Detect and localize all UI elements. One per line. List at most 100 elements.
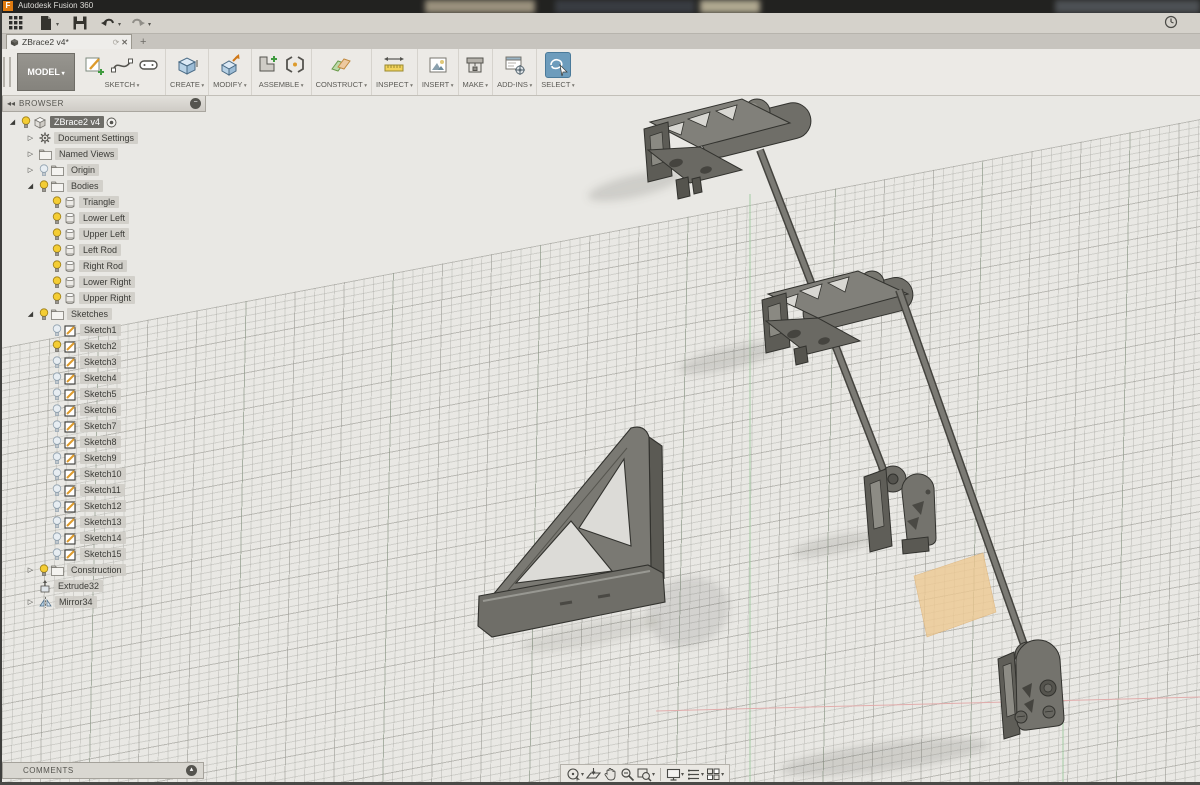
ribbon-group-label[interactable]: INSERT: [422, 80, 454, 89]
visibility-bulb-on-icon[interactable]: [52, 244, 62, 257]
visibility-bulb-on-icon[interactable]: [39, 180, 49, 193]
expand-triangle-icon[interactable]: ◢: [24, 310, 37, 318]
new-tab-button[interactable]: +: [140, 36, 146, 48]
file-new-icon[interactable]: [38, 15, 54, 31]
browser-item-construction[interactable]: ▷Construction: [2, 562, 206, 578]
document-tab[interactable]: ZBrace2 v4* ⟳ ✕: [6, 34, 132, 49]
select-tool-active-highlight[interactable]: [545, 52, 571, 78]
dropdown-caret[interactable]: ▾: [652, 771, 655, 778]
browser-item-sketch11[interactable]: Sketch11: [2, 482, 206, 498]
visibility-bulb-off-icon[interactable]: [52, 468, 62, 481]
expand-triangle-icon[interactable]: ◢: [24, 182, 37, 190]
visibility-bulb-off-icon[interactable]: [52, 404, 62, 417]
browser-dock-icon[interactable]: ◂◂: [7, 99, 15, 108]
browser-item-named-views[interactable]: ▷ Named Views: [2, 146, 206, 162]
visibility-bulb-off-icon[interactable]: [52, 324, 62, 337]
pan-icon[interactable]: [603, 767, 618, 782]
browser-item-label[interactable]: Document Settings: [54, 132, 138, 144]
visibility-bulb-off-icon[interactable]: [52, 484, 62, 497]
browser-item-sketch4[interactable]: Sketch4: [2, 370, 206, 386]
browser-item-origin[interactable]: ▷Origin: [2, 162, 206, 178]
workspace-selector-button[interactable]: MODEL: [17, 53, 75, 91]
browser-item-label[interactable]: Construction: [67, 564, 126, 576]
visibility-bulb-on-icon[interactable]: [52, 260, 62, 273]
browser-item-label[interactable]: Origin: [67, 164, 99, 176]
new-component-icon[interactable]: [256, 53, 280, 77]
browser-item-zbrace2-v4[interactable]: ◢ZBrace2 v4: [2, 114, 206, 130]
visibility-bulb-off-icon[interactable]: [39, 164, 49, 177]
save-icon[interactable]: [72, 15, 88, 31]
look-at-icon[interactable]: [586, 767, 601, 782]
visibility-bulb-off-icon[interactable]: [52, 372, 62, 385]
browser-item-label[interactable]: Upper Left: [79, 228, 129, 240]
spline-icon[interactable]: [110, 53, 134, 77]
visibility-bulb-off-icon[interactable]: [52, 388, 62, 401]
browser-item-label[interactable]: Mirror34: [55, 596, 97, 608]
selected-sketch-profile[interactable]: [914, 553, 996, 637]
ribbon-group-label[interactable]: SELECT: [541, 80, 574, 89]
body-triangle[interactable]: [478, 427, 665, 637]
visibility-bulb-on-icon[interactable]: [52, 228, 62, 241]
browser-item-label[interactable]: Sketch10: [80, 468, 126, 480]
browser-item-upper-left[interactable]: Upper Left: [2, 226, 206, 242]
browser-item-extrude32[interactable]: Extrude32: [2, 578, 206, 594]
browser-item-label[interactable]: Sketch6: [80, 404, 121, 416]
activate-component-radio-icon[interactable]: [106, 117, 117, 128]
visibility-bulb-off-icon[interactable]: [52, 420, 62, 433]
dropdown-caret[interactable]: ▾: [721, 771, 724, 778]
visibility-bulb-off-icon[interactable]: [52, 436, 62, 449]
visibility-bulb-on-icon[interactable]: [52, 196, 62, 209]
browser-item-label[interactable]: Sketch7: [80, 420, 121, 432]
browser-item-sketch6[interactable]: Sketch6: [2, 402, 206, 418]
browser-item-sketch12[interactable]: Sketch12: [2, 498, 206, 514]
browser-item-document-settings[interactable]: ▷ Document Settings: [2, 130, 206, 146]
file-dropdown-caret[interactable]: ▾: [56, 21, 59, 28]
insert-image-icon[interactable]: [426, 53, 450, 77]
browser-item-left-rod[interactable]: Left Rod: [2, 242, 206, 258]
visibility-bulb-off-icon[interactable]: [52, 500, 62, 513]
browser-item-label[interactable]: Sketches: [67, 308, 112, 320]
grid-and-snaps-icon[interactable]: ▾: [686, 767, 704, 782]
browser-item-sketches[interactable]: ◢ Sketches: [2, 306, 206, 322]
browser-item-label[interactable]: Named Views: [55, 148, 118, 160]
browser-item-right-rod[interactable]: Right Rod: [2, 258, 206, 274]
undo-icon[interactable]: [100, 15, 116, 31]
ribbon-group-label[interactable]: SKETCH: [105, 80, 140, 89]
slot-icon[interactable]: [137, 53, 161, 77]
comments-panel[interactable]: COMMENTS ▴: [2, 762, 204, 779]
browser-item-sketch1[interactable]: Sketch1: [2, 322, 206, 338]
visibility-bulb-on-icon[interactable]: [39, 308, 49, 321]
browser-item-label[interactable]: Sketch5: [80, 388, 121, 400]
ribbon-group-label[interactable]: ASSEMBLE: [259, 80, 304, 89]
browser-item-label[interactable]: Sketch12: [80, 500, 126, 512]
dropdown-caret[interactable]: ▾: [581, 771, 584, 778]
ribbon-group-label[interactable]: CREATE: [170, 80, 204, 89]
collapse-triangle-icon[interactable]: ▷: [24, 134, 37, 142]
display-settings-icon[interactable]: ▾: [666, 767, 684, 782]
app-grid-icon[interactable]: [8, 15, 24, 31]
redo-dropdown-caret[interactable]: ▾: [148, 21, 151, 28]
tab-sync-icon[interactable]: ⟳: [113, 38, 120, 47]
browser-item-upper-right[interactable]: Upper Right: [2, 290, 206, 306]
browser-collapse-icon[interactable]: −: [190, 98, 201, 109]
browser-item-label[interactable]: Sketch2: [80, 340, 121, 352]
ribbon-group-label[interactable]: ADD-INS: [497, 80, 532, 89]
browser-item-label[interactable]: Extrude32: [54, 580, 103, 592]
browser-item-label[interactable]: Sketch11: [80, 484, 125, 496]
visibility-bulb-off-icon[interactable]: [52, 356, 62, 369]
3d-print-icon[interactable]: [463, 53, 487, 77]
browser-item-label[interactable]: Sketch3: [80, 356, 121, 368]
browser-item-sketch2[interactable]: Sketch2: [2, 338, 206, 354]
visibility-bulb-on-icon[interactable]: [52, 340, 62, 353]
visibility-bulb-off-icon[interactable]: [52, 548, 62, 561]
fit-icon[interactable]: ▾: [637, 767, 655, 782]
zoom-icon[interactable]: [620, 767, 635, 782]
body-lower-left-bracket[interactable]: [864, 466, 936, 554]
body-lower-right-bracket[interactable]: [998, 640, 1064, 739]
measure-icon[interactable]: [382, 53, 406, 77]
browser-item-sketch13[interactable]: Sketch13: [2, 514, 206, 530]
visibility-bulb-off-icon[interactable]: [52, 452, 62, 465]
press-pull-icon[interactable]: [218, 53, 242, 77]
browser-item-label[interactable]: Bodies: [67, 180, 103, 192]
collapse-triangle-icon[interactable]: ▷: [24, 150, 37, 158]
